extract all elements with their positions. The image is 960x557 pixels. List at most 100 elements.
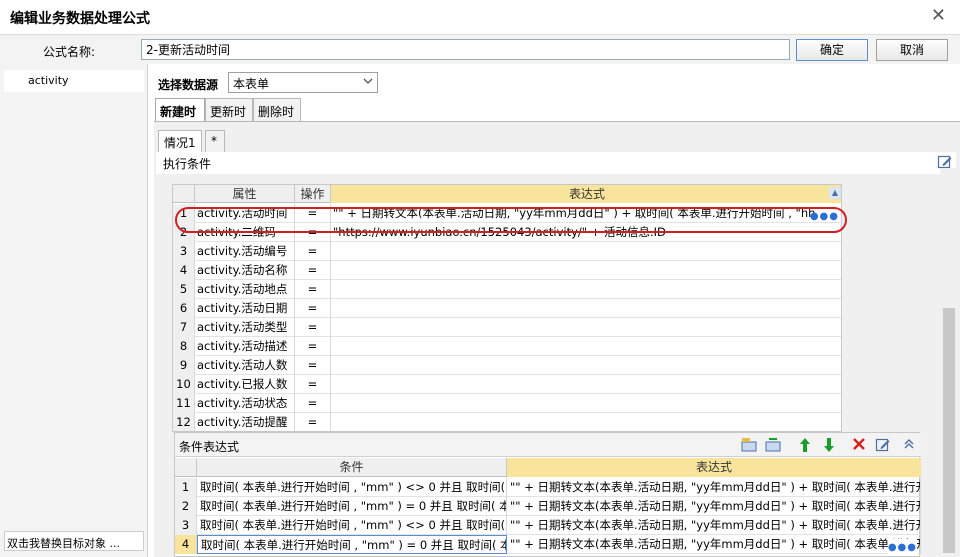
table-row[interactable]: 3 activity.活动编号 =: [173, 242, 841, 261]
operator-cell[interactable]: =: [295, 375, 331, 394]
condition-cell[interactable]: 取时间( 本表单.进行开始时间 , "mm" ) = 0 并且 取时间( 本表单…: [197, 535, 507, 554]
table-row[interactable]: 10 activity.已报人数 =: [173, 375, 841, 394]
arrow-up-icon[interactable]: [797, 437, 813, 453]
expression-cell[interactable]: [331, 261, 841, 280]
operator-cell[interactable]: =: [295, 299, 331, 318]
expression-cell[interactable]: [331, 356, 841, 375]
tab-on-delete[interactable]: 删除时: [253, 98, 301, 122]
expression-cell[interactable]: "" + 日期转文本(本表单.活动日期, "yy年mm月dd日" ) + 取时间…: [507, 535, 921, 554]
replace-target-hint[interactable]: 双击我替换目标对象 ...: [4, 531, 144, 551]
operator-cell[interactable]: =: [295, 337, 331, 356]
execute-condition-input[interactable]: [244, 153, 934, 173]
grid-header-num: [173, 185, 195, 203]
condition-cell[interactable]: 取时间( 本表单.进行开始时间 , "mm" ) = 0 并且 取时间( 本表单…: [197, 497, 507, 516]
tab-case-1[interactable]: 情况1: [158, 130, 202, 152]
table-row[interactable]: 9 activity.活动人数 =: [173, 356, 841, 375]
operator-cell[interactable]: =: [295, 261, 331, 280]
tab-on-create[interactable]: 新建时: [155, 98, 205, 122]
property-cell[interactable]: activity.活动名称: [195, 261, 295, 280]
expression-cell[interactable]: "" + 日期转文本(本表单.活动日期, "yy年mm月dd日" ) + 取时间…: [507, 478, 921, 497]
table-row[interactable]: 11 activity.活动状态 =: [173, 394, 841, 413]
property-cell[interactable]: activity.二维码: [195, 223, 295, 242]
property-cell[interactable]: activity.活动提醒: [195, 413, 295, 431]
vertical-scrollbar[interactable]: [940, 168, 958, 557]
condition-cell[interactable]: 取时间( 本表单.进行开始时间 , "mm" ) <> 0 并且 取时间( 本表…: [197, 516, 507, 535]
copy-row-icon[interactable]: [765, 437, 781, 453]
table-row[interactable]: 5 activity.活动地点 =: [173, 280, 841, 299]
tab-add-case[interactable]: *: [205, 130, 225, 152]
arrow-down-icon[interactable]: [821, 437, 837, 453]
expression-cell-text: "" + 日期转文本(本表单.活动日期, "yy年mm月dd日" ) + 取时间…: [510, 518, 921, 532]
table-row[interactable]: 4 activity.活动名称 =: [173, 261, 841, 280]
data-source-select[interactable]: 本表单: [228, 72, 378, 93]
row-number-text: 12: [176, 415, 191, 429]
insert-row-icon[interactable]: [741, 437, 757, 453]
scrollbar-thumb[interactable]: [943, 308, 955, 553]
property-cell[interactable]: activity.活动编号: [195, 242, 295, 261]
more-icon[interactable]: ●●●: [887, 539, 917, 554]
condition-cell[interactable]: 取时间( 本表单.进行开始时间 , "mm" ) <> 0 并且 取时间( 本表…: [197, 478, 507, 497]
operator-cell-text: =: [307, 320, 318, 334]
expression-cell[interactable]: [331, 337, 841, 356]
property-cell-text: activity.活动类型: [197, 320, 288, 334]
condition-row[interactable]: 1 取时间( 本表单.进行开始时间 , "mm" ) <> 0 并且 取时间( 本…: [175, 478, 921, 497]
expression-cell[interactable]: [331, 299, 841, 318]
edit-icon[interactable]: [875, 437, 891, 453]
expression-cell[interactable]: "https://www.iyunbiao.cn/1525043/activit…: [331, 223, 841, 242]
property-cell[interactable]: activity.已报人数: [195, 375, 295, 394]
expression-cell[interactable]: "" + 日期转文本(本表单.活动日期, "yy年mm月dd日" ) + 取时间…: [331, 204, 841, 223]
condition-row[interactable]: 3 取时间( 本表单.进行开始时间 , "mm" ) <> 0 并且 取时间( 本…: [175, 516, 921, 535]
condition-row[interactable]: 2 取时间( 本表单.进行开始时间 , "mm" ) = 0 并且 取时间( 本表…: [175, 497, 921, 516]
operator-cell[interactable]: =: [295, 242, 331, 261]
expression-cell[interactable]: [331, 413, 841, 431]
property-cell[interactable]: activity.活动日期: [195, 299, 295, 318]
operator-cell[interactable]: =: [295, 318, 331, 337]
property-cell-text: activity.活动提醒: [197, 415, 288, 429]
expression-cell[interactable]: "" + 日期转文本(本表单.活动日期, "yy年mm月dd日" ) + 取时间…: [507, 516, 921, 535]
ok-button[interactable]: 确定: [796, 39, 868, 61]
table-row[interactable]: 7 activity.活动类型 =: [173, 318, 841, 337]
operator-cell[interactable]: =: [295, 356, 331, 375]
property-cell[interactable]: activity.活动地点: [195, 280, 295, 299]
cancel-button[interactable]: 取消: [876, 39, 948, 61]
collapse-icon[interactable]: [901, 437, 917, 453]
condition-header-num: [175, 458, 197, 477]
table-row[interactable]: 12 activity.活动提醒 =: [173, 413, 841, 431]
property-cell[interactable]: activity.活动描述: [195, 337, 295, 356]
property-cell-text: activity.二维码: [197, 225, 276, 239]
formula-name-input[interactable]: [141, 39, 790, 60]
operator-cell[interactable]: =: [295, 394, 331, 413]
operator-cell[interactable]: =: [295, 204, 331, 223]
delete-icon[interactable]: [851, 437, 867, 453]
property-cell[interactable]: activity.活动类型: [195, 318, 295, 337]
expression-cell[interactable]: [331, 394, 841, 413]
table-row[interactable]: 8 activity.活动描述 =: [173, 337, 841, 356]
expression-cell[interactable]: [331, 242, 841, 261]
condition-row[interactable]: 4 取时间( 本表单.进行开始时间 , "mm" ) = 0 并且 取时间( 本表…: [175, 535, 921, 554]
table-row[interactable]: 6 activity.活动日期 =: [173, 299, 841, 318]
expression-cell[interactable]: [331, 318, 841, 337]
window-title: 编辑业务数据处理公式: [10, 11, 150, 27]
close-icon[interactable]: ✕: [931, 5, 946, 26]
condition-cell-text: 取时间( 本表单.进行开始时间 , "mm" ) <> 0 并且 取时间( 本表…: [200, 480, 506, 494]
table-row[interactable]: 2 activity.二维码 = "https://www.iyunbiao.cn/1…: [173, 223, 841, 242]
target-object-item[interactable]: activity: [4, 70, 144, 92]
operator-cell[interactable]: =: [295, 413, 331, 431]
property-cell[interactable]: activity.活动时间: [195, 204, 295, 223]
property-cell[interactable]: activity.活动人数: [195, 356, 295, 375]
table-row[interactable]: 1 activity.活动时间 = "" + 日期转文本(本表单.活动日期, "yy年…: [173, 204, 841, 223]
operator-cell[interactable]: =: [295, 223, 331, 242]
expression-cell[interactable]: [331, 375, 841, 394]
title-bar: 编辑业务数据处理公式 ✕: [0, 0, 960, 34]
expression-cell[interactable]: "" + 日期转文本(本表单.活动日期, "yy年mm月dd日" ) + 取时间…: [507, 497, 921, 516]
operator-cell[interactable]: =: [295, 280, 331, 299]
expression-cell[interactable]: [331, 280, 841, 299]
condition-cell-text: 取时间( 本表单.进行开始时间 , "mm" ) = 0 并且 取时间( 本表单…: [200, 499, 506, 513]
more-icon[interactable]: ●●●: [810, 208, 839, 223]
tab-on-update[interactable]: 更新时: [205, 98, 253, 122]
property-cell[interactable]: activity.活动状态: [195, 394, 295, 413]
property-cell-text: activity.活动描述: [197, 339, 288, 353]
operator-cell-text: =: [307, 415, 318, 429]
row-number-text: 4: [181, 537, 190, 551]
scroll-up-icon[interactable]: ▲: [829, 187, 841, 199]
